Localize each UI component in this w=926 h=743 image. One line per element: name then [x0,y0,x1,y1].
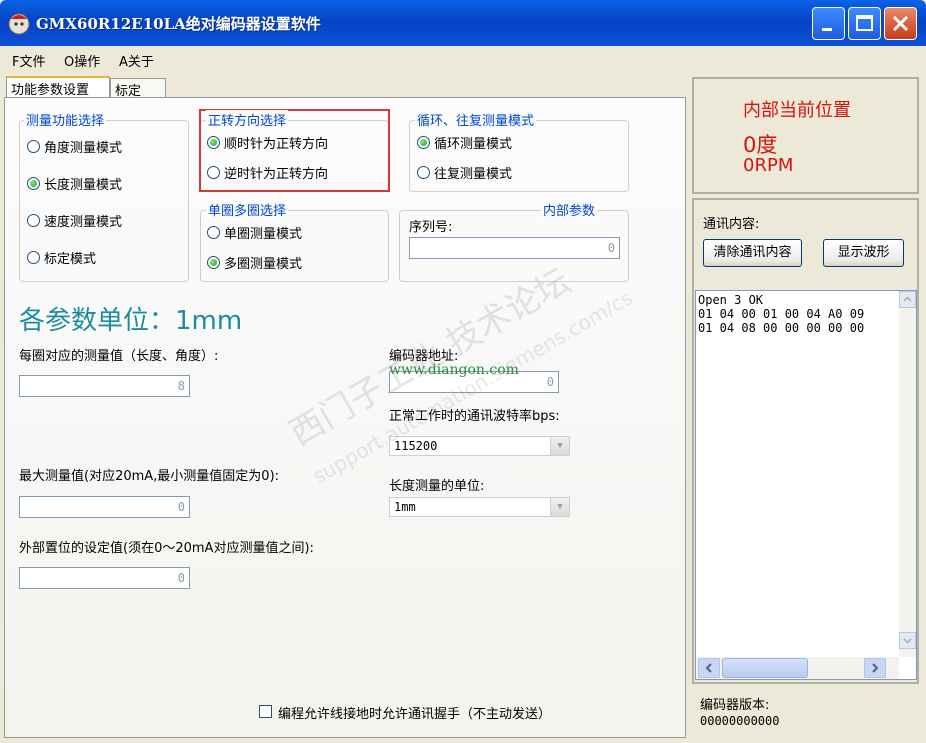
radio-multi-turn[interactable]: 多圈测量模式 [207,253,302,273]
max-value-field[interactable]: 0 [19,496,190,518]
loop-mode-title: 循环、往复测量模式 [415,110,537,129]
menu-file[interactable]: F文件 [12,51,45,70]
units-heading: 各参数单位：1mm [19,306,243,336]
length-unit-value: 1mm [394,500,416,514]
comm-log[interactable] [695,290,917,680]
radio-indicator [207,166,220,179]
baud-select[interactable]: 115200 ▼ [389,436,570,456]
preset-label: 外部置位的设定值(须在0～20mA对应测量值之间): [19,541,314,556]
handshake-checkbox[interactable] [259,705,272,718]
chevron-right-icon [872,663,879,673]
preset-field[interactable]: 0 [19,567,190,589]
radio-indicator [417,166,430,179]
baud-label: 正常工作时的通讯波特率bps: [389,409,560,424]
turn-mode-title: 单圈多圈选择 [206,200,289,219]
log-line: 01 04 00 01 00 04 A0 09 [698,307,865,321]
radio-single-turn[interactable]: 单圈测量模式 [207,223,302,243]
tab-params[interactable]: 功能参数设置 [6,76,110,98]
radio-counterclockwise[interactable]: 逆时针为正转方向 [207,163,328,183]
radio-indicator [417,136,430,149]
chevron-up-icon [903,296,912,302]
scroll-down-button[interactable] [899,632,916,649]
close-icon [892,15,909,32]
horizontal-scroll-thumb[interactable] [722,658,808,678]
radio-indicator [207,226,220,239]
scroll-left-button[interactable] [698,658,720,678]
version-value: 00000000000 [700,714,780,728]
radio-reciprocating-mode[interactable]: 往复测量模式 [417,163,512,183]
radio-indicator [27,177,40,190]
scroll-up-button[interactable] [899,291,916,308]
chevron-down-icon [903,638,912,644]
max-value-label: 最大测量值(对应20mA,最小测量值固定为0): [19,469,280,484]
minimize-icon [822,28,832,31]
radio-length-mode[interactable]: 长度测量模式 [27,174,122,194]
radio-indicator [207,136,220,149]
watermark-site: www.diangon.com [389,362,519,378]
clear-comm-button[interactable]: 清除通讯内容 [703,239,802,267]
radio-speed-mode[interactable]: 速度测量模式 [27,211,122,231]
show-wave-button[interactable]: 显示波形 [823,239,904,267]
per-turn-label: 每圈对应的测量值（长度、角度）: [19,349,219,364]
app-icon [8,13,30,35]
chevron-left-icon [705,663,712,673]
radio-indicator [207,256,220,269]
maximize-icon [856,15,873,31]
direction-title: 正转方向选择 [206,110,289,129]
length-unit-label: 长度测量的单位: [389,479,485,494]
radio-indicator [27,251,40,264]
position-rpm: 0RPM [743,155,794,176]
comm-log-lines: Open 3 OK 01 04 00 01 00 04 A0 09 01 04 … [698,293,864,335]
version-label: 编码器版本: [700,698,770,713]
measure-function-title: 测量功能选择 [24,110,107,129]
maximize-button[interactable] [848,7,881,40]
scroll-right-button[interactable] [864,658,886,678]
menu-operate[interactable]: O操作 [64,51,100,70]
radio-calib-mode[interactable]: 标定模式 [27,248,96,268]
radio-loop-mode[interactable]: 循环测量模式 [417,133,512,153]
tab-calib[interactable]: 标定 [110,78,166,99]
radio-angle-mode[interactable]: 角度测量模式 [27,137,122,157]
radio-indicator [27,140,40,153]
chevron-down-icon[interactable]: ▼ [550,437,569,455]
comm-label: 通讯内容: [703,217,760,232]
radio-clockwise[interactable]: 顺时针为正转方向 [207,133,328,153]
serial-label: 序列号: [409,220,453,235]
internal-params-title: 内部参数 [541,200,598,219]
minimize-button[interactable] [812,7,845,40]
vertical-scrollbar[interactable] [899,291,916,657]
position-title: 内部当前位置 [743,100,851,121]
log-line: 01 04 08 00 00 00 00 00 [698,321,865,335]
radio-indicator [27,214,40,227]
handshake-label: 编程允许线接地时允许通讯握手（不主动发送） [278,707,552,722]
window-title: GMX60R12E10LA绝对编码器设置软件 [36,15,321,33]
baud-value: 115200 [394,439,438,453]
per-turn-field[interactable]: 8 [19,375,190,397]
close-button[interactable] [884,7,917,40]
chevron-down-icon[interactable]: ▼ [550,498,569,516]
menu-about[interactable]: A关于 [119,51,154,70]
log-line: Open 3 OK [698,293,764,307]
position-panel [692,77,919,194]
length-unit-select[interactable]: 1mm ▼ [389,497,570,517]
serial-number-field[interactable]: 0 [409,237,620,259]
